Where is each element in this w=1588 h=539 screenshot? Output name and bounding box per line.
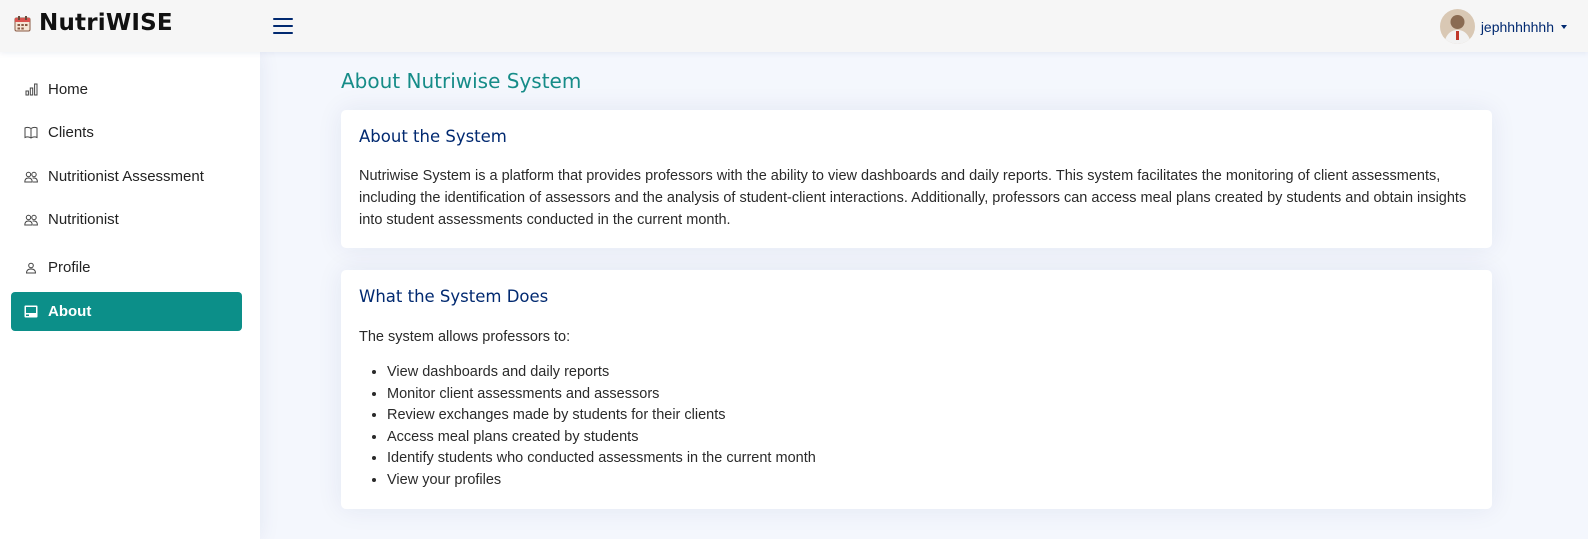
- list-item: Access meal plans created by students: [387, 427, 1474, 449]
- features-intro: The system allows professors to:: [359, 329, 571, 345]
- hamburger-menu-icon[interactable]: [272, 15, 294, 37]
- bar-chart-icon: [24, 83, 38, 97]
- features-list: View dashboards and daily reports Monito…: [359, 362, 1474, 491]
- people-icon: [24, 170, 38, 184]
- list-item: Monitor client assessments and assessors: [387, 384, 1474, 406]
- sidebar-item-profile[interactable]: Profile: [11, 248, 242, 287]
- sidebar-item-nutritionist[interactable]: Nutritionist: [11, 200, 242, 239]
- system-features-card: What the System Does The system allows p…: [341, 270, 1492, 509]
- card-title: About the System: [359, 127, 507, 146]
- sidebar-item-home[interactable]: Home: [11, 70, 242, 109]
- sidebar: Home Clients Nutritionist Assessment Nut…: [0, 52, 260, 539]
- top-navbar: NutriWISE jephhhhhhh: [0, 0, 1588, 52]
- sidebar-item-nutritionist-assessment[interactable]: Nutritionist Assessment: [11, 157, 242, 196]
- window-icon: [24, 305, 38, 319]
- about-system-text: Nutriwise System is a platform that prov…: [359, 168, 1467, 228]
- card-title: What the System Does: [359, 287, 549, 306]
- user-avatar: [1439, 9, 1475, 44]
- person-icon: [24, 261, 38, 275]
- sidebar-item-label: Nutritionist: [48, 211, 119, 228]
- sidebar-item-about[interactable]: About: [11, 292, 242, 331]
- list-item: Identify students who conducted assessme…: [387, 448, 1474, 470]
- brand-name: NutriWISE: [39, 10, 173, 36]
- main-content: About Nutriwise System About the System …: [260, 52, 1588, 539]
- calendar-icon: [14, 15, 31, 31]
- list-item: Review exchanges made by students for th…: [387, 405, 1474, 427]
- about-system-card: About the System Nutriwise System is a p…: [341, 110, 1492, 248]
- list-item: View your profiles: [387, 470, 1474, 492]
- sidebar-item-label: Nutritionist Assessment: [48, 168, 204, 185]
- book-icon: [24, 126, 38, 140]
- chevron-down-icon: [1561, 25, 1567, 29]
- page-title: About Nutriwise System: [341, 69, 582, 93]
- sidebar-item-label: Clients: [48, 124, 94, 141]
- sidebar-item-label: About: [48, 303, 92, 320]
- list-item: View dashboards and daily reports: [387, 362, 1474, 384]
- user-profile-dropdown[interactable]: jephhhhhhh: [1439, 9, 1567, 44]
- sidebar-item-clients[interactable]: Clients: [11, 113, 242, 152]
- brand-logo-link[interactable]: NutriWISE: [14, 10, 173, 36]
- user-name: jephhhhhhh: [1480, 18, 1554, 35]
- sidebar-item-label: Profile: [48, 259, 91, 276]
- sidebar-item-label: Home: [48, 81, 89, 98]
- people-icon: [24, 213, 38, 227]
